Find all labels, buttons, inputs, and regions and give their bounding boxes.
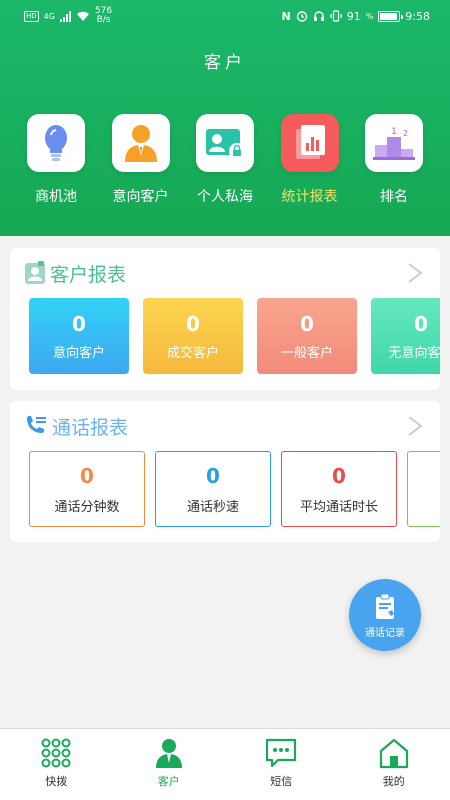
customer-report-header[interactable]: 客户报表 — [10, 248, 440, 298]
alarm-icon — [296, 11, 307, 22]
quick-nav-private-pool[interactable]: 个人私海 — [183, 114, 267, 206]
battery-percent: 91 — [346, 9, 361, 23]
network-speed: 576 B/s — [94, 6, 113, 25]
contact-card-lock-icon — [196, 114, 254, 172]
message-bubble-icon — [266, 738, 297, 768]
home-icon — [379, 738, 408, 769]
stat-avg-call-duration[interactable]: 0 平均通话时长 — [281, 451, 397, 527]
page-title: 客户 — [204, 53, 246, 73]
chevron-right-icon[interactable] — [404, 262, 426, 284]
call-report-title: 通话报表 — [52, 416, 129, 439]
customer-person-icon — [155, 739, 182, 768]
hd-indicator: HD — [24, 10, 39, 22]
stat-call-extra[interactable] — [407, 451, 440, 527]
signal-icon — [59, 10, 71, 22]
stat-general-customers[interactable]: 0 一般客户 — [257, 298, 357, 374]
tab-customers[interactable]: 客户 — [113, 729, 226, 800]
svg-text:1: 1 — [391, 127, 397, 137]
tab-sms[interactable]: 短信 — [225, 729, 338, 800]
podium-ranking-icon: 12 — [365, 114, 423, 172]
customer-stats-row: 0 意向客户 0 成交客户 0 一般客户 0 无意向客户 — [10, 298, 440, 374]
phone-list-icon — [27, 416, 46, 433]
call-report-card: 通话报表 0 通话分钟数 0 通话秒速 0 平均通话时长 — [10, 401, 440, 542]
report-chart-icon — [280, 114, 339, 172]
lightbulb-icon — [27, 114, 85, 172]
customer-report-card: 客户报表 0 意向客户 0 成交客户 0 一般客户 0 无意向客户 — [10, 248, 440, 390]
headphones-icon — [313, 11, 324, 21]
call-report-header[interactable]: 通话报表 — [10, 401, 440, 451]
tab-quick-dial[interactable]: 快拨 — [0, 729, 113, 800]
business-person-icon — [111, 114, 170, 172]
call-records-fab[interactable]: 通话记录 — [349, 579, 421, 651]
quick-nav-statistics-report[interactable]: 统计报表 — [268, 114, 352, 206]
call-stats-row: 0 通话分钟数 0 通话秒速 0 平均通话时长 — [10, 451, 440, 527]
network-type: 4G — [43, 11, 55, 21]
status-bar: HD 4G 576 B/s N 91% 9:58 — [24, 6, 430, 25]
nfc-icon: N — [281, 9, 291, 23]
chevron-right-icon[interactable] — [404, 415, 426, 437]
clipboard-phone-icon — [376, 593, 394, 619]
customer-report-title: 客户报表 — [50, 263, 127, 286]
stat-no-intent-customers[interactable]: 0 无意向客户 — [371, 298, 440, 374]
tab-mine[interactable]: 我的 — [338, 729, 450, 800]
customer-card-icon — [25, 261, 45, 284]
battery-icon — [378, 10, 404, 22]
app-header: HD 4G 576 B/s N 91% 9:58 客户 商机池 意向客户 个人私… — [0, 0, 450, 236]
bottom-tab-bar: 快拨 客户 短信 我的 — [0, 728, 450, 800]
svg-text:2: 2 — [403, 129, 408, 138]
stat-call-speed[interactable]: 0 通话秒速 — [155, 451, 271, 527]
quick-nav-opportunity-pool[interactable]: 商机池 — [14, 114, 98, 206]
dialpad-icon — [41, 738, 71, 768]
quick-nav-intent-customers[interactable]: 意向客户 — [99, 114, 183, 206]
clock: 9:58 — [405, 9, 430, 23]
vibrate-icon — [330, 10, 342, 22]
quick-nav-ranking[interactable]: 12 排名 — [352, 114, 436, 206]
stat-intent-customers[interactable]: 0 意向客户 — [29, 298, 129, 374]
stat-call-minutes[interactable]: 0 通话分钟数 — [29, 451, 145, 527]
quick-nav: 商机池 意向客户 个人私海 统计报表 12 排名 — [14, 114, 436, 206]
stat-deal-customers[interactable]: 0 成交客户 — [143, 298, 243, 374]
wifi-icon — [76, 11, 89, 21]
